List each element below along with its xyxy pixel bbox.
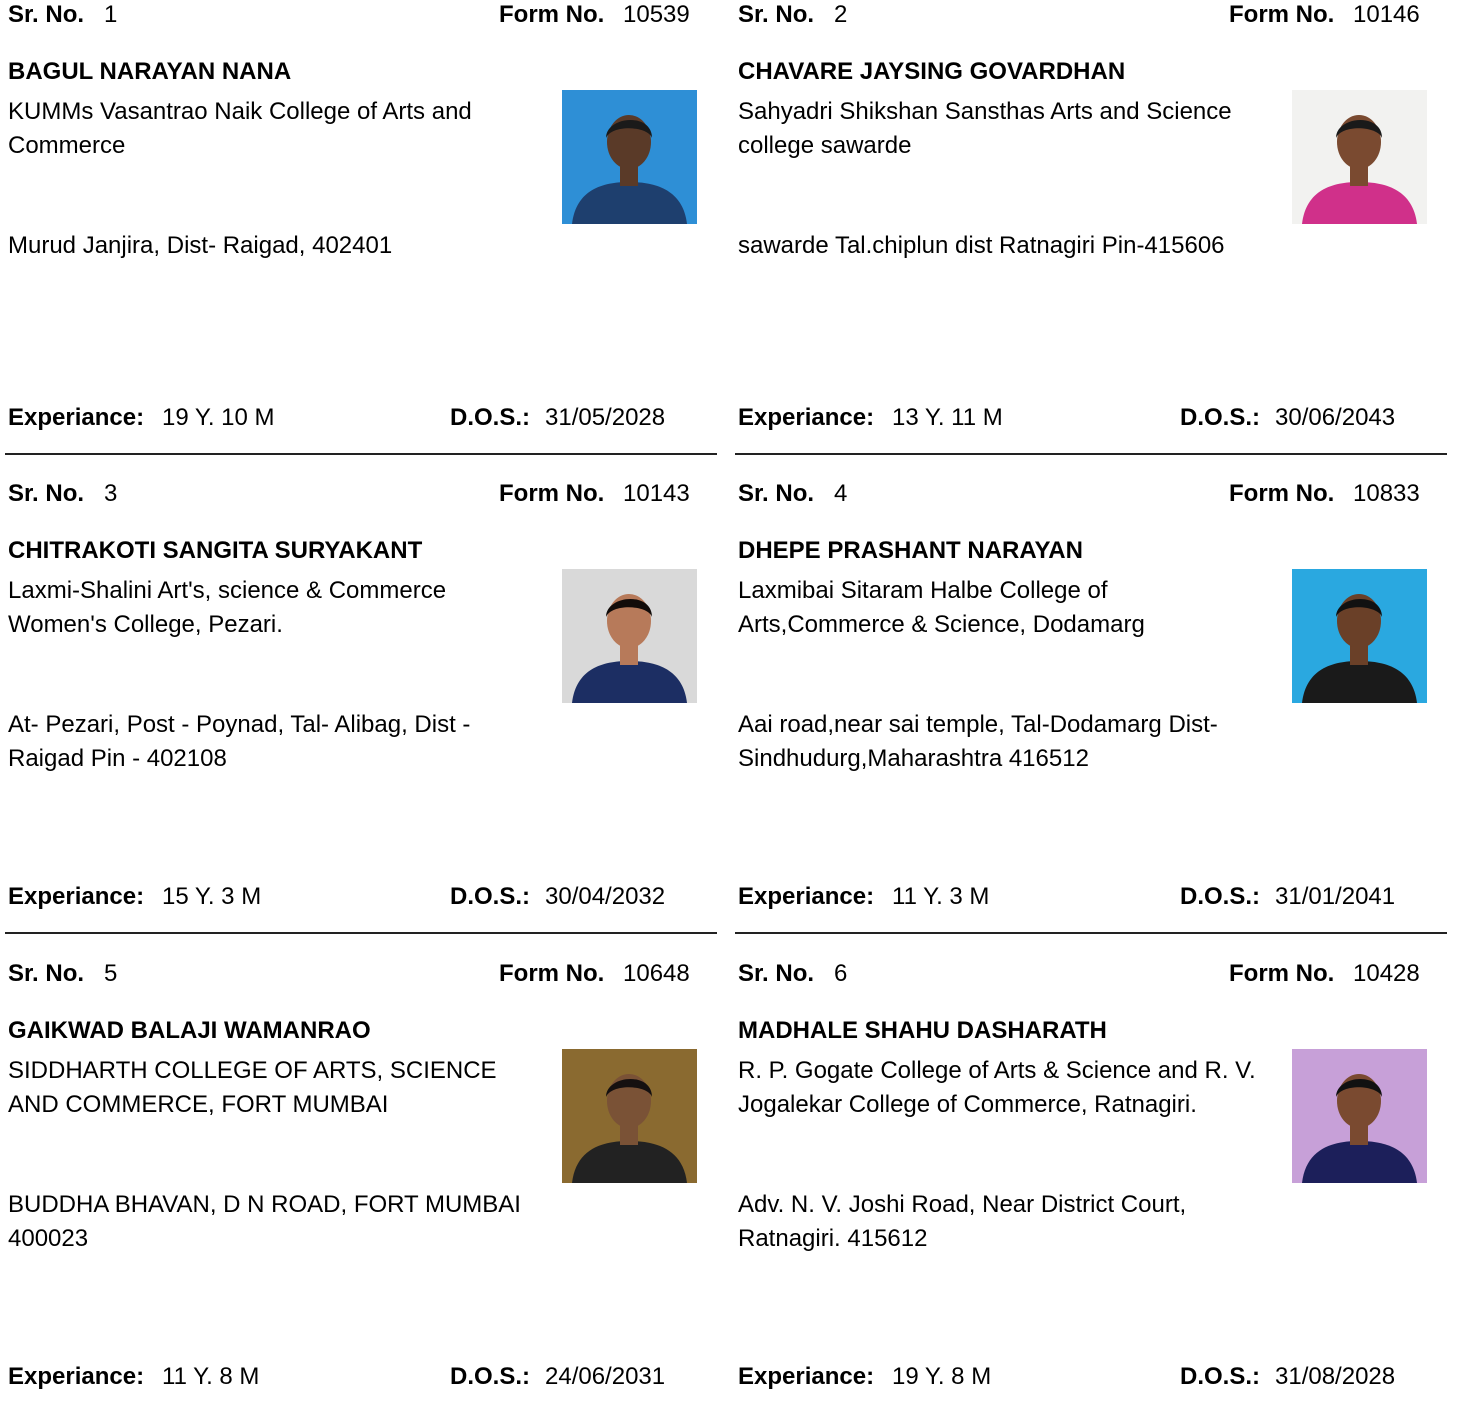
- form-no-label: Form No.: [499, 1, 605, 28]
- experience-label: Experiance:: [8, 404, 145, 431]
- college-name: SIDDHARTH COLLEGE OF ARTS, SCIENCE AND C…: [8, 1057, 497, 1118]
- staff-name: MADHALE SHAHU DASHARATH: [738, 1017, 1107, 1044]
- experience-label: Experiance:: [738, 404, 875, 431]
- sr-no-value: 3: [104, 480, 118, 507]
- form-no-label: Form No.: [499, 480, 605, 507]
- form-no-value: 10143: [623, 480, 690, 507]
- sr-no-label: Sr. No.: [738, 960, 815, 987]
- college-address: Adv. N. V. Joshi Road, Near District Cou…: [738, 1191, 1187, 1252]
- staff-card: Sr. No. 5 Form No. 10648 GAIKWAD BALAJI …: [0, 959, 715, 1427]
- experience-label: Experiance:: [738, 1363, 875, 1390]
- staff-photo: [1292, 1049, 1427, 1183]
- portrait-image: [562, 1049, 697, 1183]
- dos-value: 30/06/2043: [1275, 404, 1396, 431]
- dos-label: D.O.S.:: [450, 883, 531, 910]
- college-address: At- Pezari, Post - Poynad, Tal- Alibag, …: [8, 711, 471, 772]
- sr-no-value: 1: [104, 1, 118, 28]
- sr-no-value: 2: [834, 1, 848, 28]
- college-name: Sahyadri Shikshan Sansthas Arts and Scie…: [738, 98, 1232, 159]
- sr-no-label: Sr. No.: [8, 1, 85, 28]
- staff-card: Sr. No. 1 Form No. 10539 BAGUL NARAYAN N…: [0, 0, 717, 468]
- portrait-image: [1292, 90, 1427, 224]
- experience-label: Experiance:: [8, 1363, 145, 1390]
- staff-name: CHAVARE JAYSING GOVARDHAN: [738, 58, 1126, 85]
- form-no-label: Form No.: [499, 960, 605, 987]
- college-name: KUMMs Vasantrao Naik College of Arts and…: [8, 98, 472, 159]
- experience-value: 13 Y. 11 M: [892, 404, 1003, 431]
- dos-label: D.O.S.:: [1180, 1363, 1261, 1390]
- sr-no-value: 4: [834, 480, 848, 507]
- sr-no-label: Sr. No.: [738, 480, 815, 507]
- form-no-value: 10146: [1353, 1, 1420, 28]
- sr-no-label: Sr. No.: [8, 480, 85, 507]
- sr-no-value: 5: [104, 960, 118, 987]
- portrait-image: [1292, 1049, 1427, 1183]
- staff-name: BAGUL NARAYAN NANA: [8, 58, 292, 85]
- dos-value: 31/05/2028: [545, 404, 666, 431]
- experience-value: 19 Y. 10 M: [162, 404, 275, 431]
- portrait-image: [562, 569, 697, 703]
- form-no-value: 10539: [623, 1, 690, 28]
- college-name: Laxmibai Sitaram Halbe College of Arts,C…: [738, 577, 1145, 638]
- card-divider: [735, 932, 1447, 934]
- college-name: Laxmi-Shalini Art's, science & Commerce …: [8, 577, 447, 638]
- college-address: BUDDHA BHAVAN, D N ROAD, FORT MUMBAI 400…: [8, 1191, 521, 1252]
- portrait-image: [562, 90, 697, 224]
- staff-card: Sr. No. 4 Form No. 10833 DHEPE PRASHANT …: [730, 479, 1447, 947]
- staff-name: DHEPE PRASHANT NARAYAN: [738, 537, 1083, 564]
- experience-value: 11 Y. 3 M: [892, 883, 990, 910]
- form-no-label: Form No.: [1229, 1, 1335, 28]
- sr-no-label: Sr. No.: [8, 960, 85, 987]
- staff-photo: [1292, 569, 1427, 703]
- dos-value: 31/01/2041: [1275, 883, 1396, 910]
- staff-photo: [562, 90, 697, 224]
- staff-card: Sr. No. 6 Form No. 10428 MADHALE SHAHU D…: [730, 959, 1445, 1427]
- form-no-value: 10833: [1353, 480, 1420, 507]
- form-no-label: Form No.: [1229, 960, 1335, 987]
- sr-no-label: Sr. No.: [738, 1, 815, 28]
- staff-photo: [562, 1049, 697, 1183]
- dos-value: 31/08/2028: [1275, 1363, 1396, 1390]
- staff-name: GAIKWAD BALAJI WAMANRAO: [8, 1017, 371, 1044]
- form-no-label: Form No.: [1229, 480, 1335, 507]
- sr-no-value: 6: [834, 960, 848, 987]
- staff-name: CHITRAKOTI SANGITA SURYAKANT: [8, 537, 423, 564]
- staff-photo: [1292, 90, 1427, 224]
- card-divider: [5, 932, 717, 934]
- college-address: Murud Janjira, Dist- Raigad, 402401: [8, 232, 393, 259]
- staff-photo: [562, 569, 697, 703]
- dos-label: D.O.S.:: [1180, 883, 1261, 910]
- college-name: R. P. Gogate College of Arts & Science a…: [738, 1057, 1256, 1118]
- dos-label: D.O.S.:: [1180, 404, 1261, 431]
- dos-value: 30/04/2032: [545, 883, 666, 910]
- form-no-value: 10428: [1353, 960, 1420, 987]
- dos-label: D.O.S.:: [450, 1363, 531, 1390]
- dos-label: D.O.S.:: [450, 404, 531, 431]
- college-address: sawarde Tal.chiplun dist Ratnagiri Pin-4…: [738, 232, 1225, 259]
- card-divider: [5, 453, 717, 455]
- dos-value: 24/06/2031: [545, 1363, 666, 1390]
- experience-label: Experiance:: [738, 883, 875, 910]
- staff-card: Sr. No. 2 Form No. 10146 CHAVARE JAYSING…: [730, 0, 1447, 468]
- experience-value: 11 Y. 8 M: [162, 1363, 260, 1390]
- staff-card: Sr. No. 3 Form No. 10143 CHITRAKOTI SANG…: [0, 479, 717, 947]
- experience-value: 15 Y. 3 M: [162, 883, 262, 910]
- college-address: Aai road,near sai temple, Tal-Dodamarg D…: [738, 711, 1218, 772]
- portrait-image: [1292, 569, 1427, 703]
- experience-value: 19 Y. 8 M: [892, 1363, 992, 1390]
- experience-label: Experiance:: [8, 883, 145, 910]
- card-divider: [735, 453, 1447, 455]
- form-no-value: 10648: [623, 960, 690, 987]
